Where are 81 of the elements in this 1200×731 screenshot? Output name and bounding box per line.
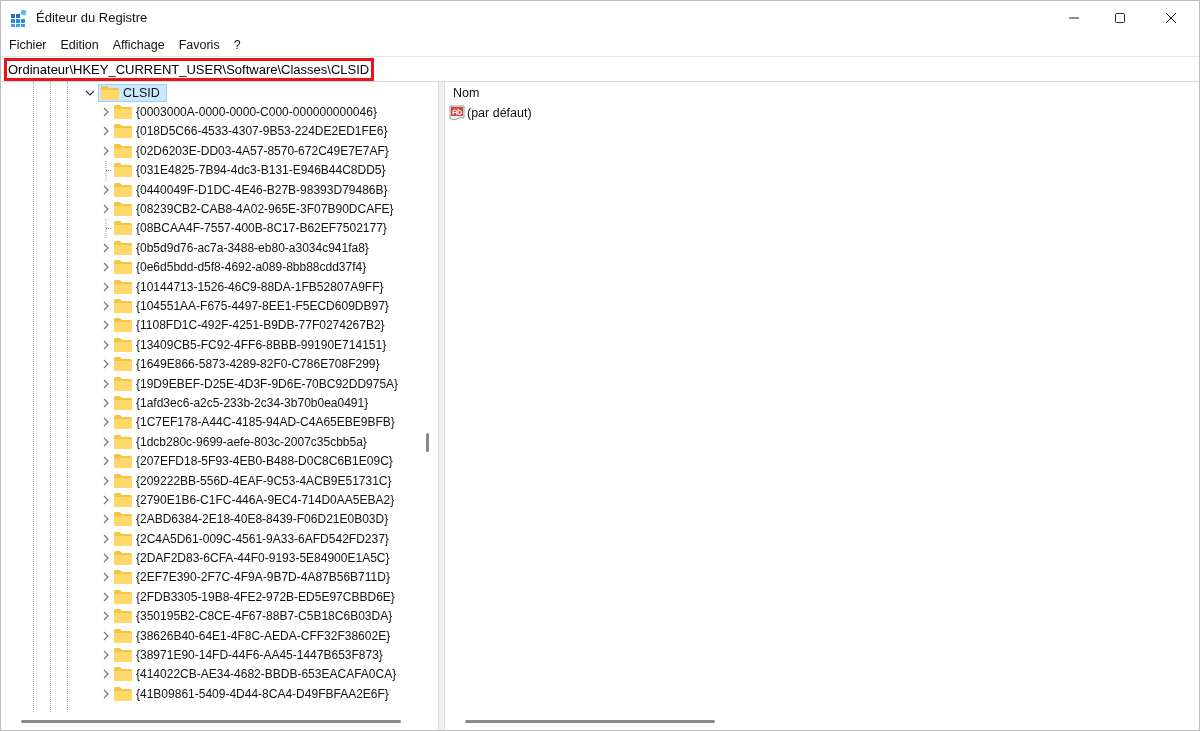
tree-item[interactable]: {2ABD6384-2E18-40E8-8439-F06D21E0B03D} <box>84 509 399 529</box>
window-title: Éditeur du Registre <box>36 10 148 25</box>
folder-icon <box>114 415 132 430</box>
tree-item[interactable]: {41B09861-5409-4D44-8CA4-D49FBFAA2E6F} <box>84 684 399 704</box>
folder-icon <box>114 570 132 585</box>
folder-icon <box>114 221 132 236</box>
tree-item[interactable]: {207EFD18-5F93-4EB0-B488-D0C8C6B1E09C} <box>84 451 399 471</box>
tree-item[interactable]: {2790E1B6-C1FC-446A-9EC4-714D0AA5EBA2} <box>84 490 399 510</box>
tree-item[interactable]: {2DAF2D83-6CFA-44F0-9193-5E84900E1A5C} <box>84 548 399 568</box>
menu-item[interactable]: ? <box>233 38 241 52</box>
folder-icon <box>114 609 132 624</box>
folder-icon <box>114 589 132 604</box>
maximize-icon <box>1114 11 1126 24</box>
folder-icon <box>114 202 132 217</box>
scrollbar-thumb[interactable] <box>426 433 429 452</box>
address-field[interactable]: Ordinateur\HKEY_CURRENT_USER\Software\Classes\CLSID <box>4 57 374 81</box>
tree-item[interactable]: {0b5d9d76-ac7a-3488-eb80-a3034c941fa8} <box>84 238 399 258</box>
menu-item[interactable]: Affichage <box>112 38 165 52</box>
folder-icon <box>114 551 132 566</box>
scrollbar-thumb[interactable] <box>21 719 401 723</box>
tree-item[interactable]: {08239CB2-CAB8-4A02-965E-3F07B90DCAFE} <box>84 199 399 219</box>
folder-icon <box>114 512 132 527</box>
tree-item[interactable]: {1dcb280c-9699-aefe-803c-2007c35cbb5a} <box>84 432 399 452</box>
tree-item[interactable]: {10144713-1526-46C9-88DA-1FB52807A9FF} <box>84 276 399 297</box>
registry-icon <box>10 8 28 27</box>
folder-icon <box>114 357 132 372</box>
tree-item[interactable]: {38971E90-14FD-44F6-AA45-1447B653F873} <box>84 645 399 665</box>
scrollbar-thumb[interactable] <box>465 719 715 723</box>
folder-icon <box>114 628 132 643</box>
tree-item[interactable]: {031E4825-7B94-4dc3-B131-E946B44C8DD5} <box>84 160 399 180</box>
tree-item[interactable]: {1afd3ec6-a2c5-233b-2c34-3b70b0ea0491} <box>84 393 399 413</box>
tree-item[interactable]: {02D6203E-DD03-4A57-8570-672C49E7E7AF} <box>84 141 399 161</box>
folder-icon <box>114 473 132 488</box>
menu-item[interactable]: Edition <box>60 38 99 52</box>
tree-item[interactable]: {2FDB3305-19B8-4FE2-972B-ED5E97CBBD6E} <box>84 587 399 607</box>
folder-icon <box>114 337 132 352</box>
folder-icon <box>114 105 132 120</box>
folder-icon <box>114 648 132 662</box>
folder-icon <box>114 182 132 197</box>
tree-item[interactable]: {209222BB-556D-4EAF-9C53-4ACB9E51731C} <box>84 470 399 491</box>
tree-item[interactable]: {38626B40-64E1-4F8C-AEDA-CFF32F38602E} <box>84 625 399 646</box>
folder-icon <box>114 299 132 313</box>
folder-icon <box>114 492 132 507</box>
folder-icon <box>114 240 132 255</box>
tree-item[interactable]: CLSID <box>84 83 399 103</box>
folder-icon <box>114 434 132 449</box>
folder-icon <box>114 376 132 391</box>
folder-icon <box>114 318 132 333</box>
tree-item[interactable]: {2EF7E390-2F7C-4F9A-9B7D-4A87B56B711D} <box>84 567 399 588</box>
folder-icon <box>114 686 132 701</box>
menu-item[interactable]: Favoris <box>178 38 220 52</box>
string-value-icon <box>449 105 465 121</box>
tree-item[interactable]: {1108FD1C-492F-4251-B9DB-77F0274267B2} <box>84 315 399 336</box>
tree-item[interactable]: {0003000A-0000-0000-C000-000000000046} <box>84 102 399 122</box>
folder-icon <box>114 279 132 294</box>
close-icon <box>1165 11 1177 24</box>
folder-icon <box>114 395 132 410</box>
folder-icon <box>114 667 132 682</box>
tree-item[interactable]: {414022CB-AE34-4682-BBDB-653EACAFA0CA} <box>84 664 399 685</box>
value-row[interactable]: (par défaut) <box>449 104 1199 122</box>
tree-item[interactable]: {19D9EBEF-D25E-4D3F-9D6E-70BC92DD975A} <box>84 373 399 394</box>
tree-item[interactable]: {0440049F-D1DC-4E46-B27B-98393D79486B} <box>84 179 399 200</box>
tree-item[interactable]: {350195B2-C8CE-4F67-88B7-C5B18C6B03DA} <box>84 606 399 626</box>
tree-item[interactable]: {13409CB5-FC92-4FF6-8BBB-99190E714151} <box>84 335 399 355</box>
pane-splitter[interactable] <box>438 82 445 730</box>
folder-icon <box>114 260 132 275</box>
folder-icon <box>114 124 132 139</box>
tree-item[interactable]: {018D5C66-4533-4307-9B53-224DE2ED1FE6} <box>84 121 399 142</box>
column-header[interactable]: Nom <box>451 86 482 100</box>
folder-icon <box>114 454 132 469</box>
tree-item[interactable]: {104551AA-F675-4497-8EE1-F5ECD609DB97} <box>84 296 399 316</box>
tree-item[interactable]: {1C7EF178-A44C-4185-94AD-C4A65EBE9BFB} <box>84 412 399 433</box>
menu-item[interactable]: Fichier <box>9 38 47 52</box>
folder-icon <box>114 143 132 158</box>
tree-item[interactable]: {0e6d5bdd-d5f8-4692-a089-8bb88cdd37f4} <box>84 257 399 277</box>
tree-item[interactable]: {1649E866-5873-4289-82F0-C786E708F299} <box>84 354 399 374</box>
folder-icon <box>114 163 132 178</box>
folder-icon <box>101 85 119 100</box>
tree-item[interactable]: {08BCAA4F-7557-400B-8C17-B62EF7502177} <box>84 218 399 239</box>
tree-item[interactable]: {2C4A5D61-009C-4561-9A33-6AFD542FD237} <box>84 529 399 549</box>
folder-icon <box>114 531 132 546</box>
